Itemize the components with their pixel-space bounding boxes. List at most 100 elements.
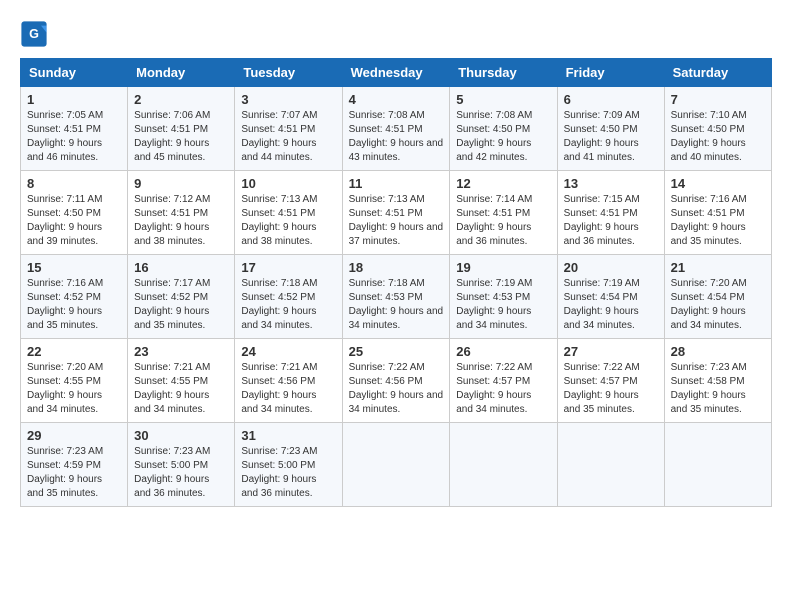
day-number: 30 (134, 428, 228, 443)
calendar-week-2: 8 Sunrise: 7:11 AM Sunset: 4:50 PM Dayli… (21, 171, 772, 255)
day-number: 21 (671, 260, 765, 275)
day-info: Sunrise: 7:18 AM Sunset: 4:52 PM Dayligh… (241, 277, 335, 333)
calendar-cell (342, 423, 450, 507)
day-number: 6 (564, 92, 658, 107)
day-number: 15 (27, 260, 121, 275)
calendar-cell: 22 Sunrise: 7:20 AM Sunset: 4:55 PM Dayl… (21, 339, 128, 423)
calendar-cell: 11 Sunrise: 7:13 AM Sunset: 4:51 PM Dayl… (342, 171, 450, 255)
calendar-header-thursday: Thursday (450, 59, 557, 87)
day-info: Sunrise: 7:12 AM Sunset: 4:51 PM Dayligh… (134, 193, 228, 249)
day-info: Sunrise: 7:20 AM Sunset: 4:55 PM Dayligh… (27, 361, 121, 417)
day-info: Sunrise: 7:18 AM Sunset: 4:53 PM Dayligh… (349, 277, 444, 333)
day-info: Sunrise: 7:14 AM Sunset: 4:51 PM Dayligh… (456, 193, 550, 249)
calendar-cell: 27 Sunrise: 7:22 AM Sunset: 4:57 PM Dayl… (557, 339, 664, 423)
day-info: Sunrise: 7:13 AM Sunset: 4:51 PM Dayligh… (349, 193, 444, 249)
day-info: Sunrise: 7:10 AM Sunset: 4:50 PM Dayligh… (671, 109, 765, 165)
calendar-week-3: 15 Sunrise: 7:16 AM Sunset: 4:52 PM Dayl… (21, 255, 772, 339)
day-number: 4 (349, 92, 444, 107)
day-number: 2 (134, 92, 228, 107)
day-number: 23 (134, 344, 228, 359)
calendar-header-saturday: Saturday (664, 59, 771, 87)
day-number: 19 (456, 260, 550, 275)
calendar-cell: 31 Sunrise: 7:23 AM Sunset: 5:00 PM Dayl… (235, 423, 342, 507)
calendar-cell: 3 Sunrise: 7:07 AM Sunset: 4:51 PM Dayli… (235, 87, 342, 171)
day-info: Sunrise: 7:22 AM Sunset: 4:57 PM Dayligh… (564, 361, 658, 417)
calendar-cell: 9 Sunrise: 7:12 AM Sunset: 4:51 PM Dayli… (128, 171, 235, 255)
calendar-cell (664, 423, 771, 507)
calendar-header-sunday: Sunday (21, 59, 128, 87)
day-number: 28 (671, 344, 765, 359)
calendar-cell: 1 Sunrise: 7:05 AM Sunset: 4:51 PM Dayli… (21, 87, 128, 171)
day-number: 17 (241, 260, 335, 275)
calendar-cell: 7 Sunrise: 7:10 AM Sunset: 4:50 PM Dayli… (664, 87, 771, 171)
day-number: 5 (456, 92, 550, 107)
day-info: Sunrise: 7:15 AM Sunset: 4:51 PM Dayligh… (564, 193, 658, 249)
calendar-cell: 19 Sunrise: 7:19 AM Sunset: 4:53 PM Dayl… (450, 255, 557, 339)
day-number: 16 (134, 260, 228, 275)
calendar-header-row: SundayMondayTuesdayWednesdayThursdayFrid… (21, 59, 772, 87)
logo: G (20, 20, 52, 48)
calendar: SundayMondayTuesdayWednesdayThursdayFrid… (20, 58, 772, 507)
calendar-cell: 12 Sunrise: 7:14 AM Sunset: 4:51 PM Dayl… (450, 171, 557, 255)
calendar-header-tuesday: Tuesday (235, 59, 342, 87)
page-header: G (20, 20, 772, 48)
calendar-cell: 2 Sunrise: 7:06 AM Sunset: 4:51 PM Dayli… (128, 87, 235, 171)
day-info: Sunrise: 7:07 AM Sunset: 4:51 PM Dayligh… (241, 109, 335, 165)
day-number: 7 (671, 92, 765, 107)
day-info: Sunrise: 7:05 AM Sunset: 4:51 PM Dayligh… (27, 109, 121, 165)
day-number: 22 (27, 344, 121, 359)
day-number: 26 (456, 344, 550, 359)
svg-text:G: G (29, 27, 39, 41)
day-info: Sunrise: 7:23 AM Sunset: 5:00 PM Dayligh… (241, 445, 335, 501)
calendar-cell: 5 Sunrise: 7:08 AM Sunset: 4:50 PM Dayli… (450, 87, 557, 171)
day-number: 12 (456, 176, 550, 191)
calendar-cell: 29 Sunrise: 7:23 AM Sunset: 4:59 PM Dayl… (21, 423, 128, 507)
calendar-cell: 16 Sunrise: 7:17 AM Sunset: 4:52 PM Dayl… (128, 255, 235, 339)
calendar-week-5: 29 Sunrise: 7:23 AM Sunset: 4:59 PM Dayl… (21, 423, 772, 507)
day-info: Sunrise: 7:20 AM Sunset: 4:54 PM Dayligh… (671, 277, 765, 333)
day-info: Sunrise: 7:22 AM Sunset: 4:56 PM Dayligh… (349, 361, 444, 417)
calendar-cell: 4 Sunrise: 7:08 AM Sunset: 4:51 PM Dayli… (342, 87, 450, 171)
calendar-cell: 13 Sunrise: 7:15 AM Sunset: 4:51 PM Dayl… (557, 171, 664, 255)
calendar-cell: 23 Sunrise: 7:21 AM Sunset: 4:55 PM Dayl… (128, 339, 235, 423)
day-number: 18 (349, 260, 444, 275)
calendar-cell (450, 423, 557, 507)
day-number: 31 (241, 428, 335, 443)
calendar-cell: 30 Sunrise: 7:23 AM Sunset: 5:00 PM Dayl… (128, 423, 235, 507)
day-info: Sunrise: 7:22 AM Sunset: 4:57 PM Dayligh… (456, 361, 550, 417)
day-info: Sunrise: 7:16 AM Sunset: 4:52 PM Dayligh… (27, 277, 121, 333)
day-number: 3 (241, 92, 335, 107)
day-number: 9 (134, 176, 228, 191)
day-number: 25 (349, 344, 444, 359)
day-info: Sunrise: 7:19 AM Sunset: 4:53 PM Dayligh… (456, 277, 550, 333)
day-number: 8 (27, 176, 121, 191)
day-info: Sunrise: 7:23 AM Sunset: 4:58 PM Dayligh… (671, 361, 765, 417)
day-number: 29 (27, 428, 121, 443)
calendar-cell: 8 Sunrise: 7:11 AM Sunset: 4:50 PM Dayli… (21, 171, 128, 255)
day-info: Sunrise: 7:23 AM Sunset: 5:00 PM Dayligh… (134, 445, 228, 501)
day-info: Sunrise: 7:09 AM Sunset: 4:50 PM Dayligh… (564, 109, 658, 165)
calendar-cell: 28 Sunrise: 7:23 AM Sunset: 4:58 PM Dayl… (664, 339, 771, 423)
calendar-header-friday: Friday (557, 59, 664, 87)
calendar-body: 1 Sunrise: 7:05 AM Sunset: 4:51 PM Dayli… (21, 87, 772, 507)
day-info: Sunrise: 7:21 AM Sunset: 4:55 PM Dayligh… (134, 361, 228, 417)
day-info: Sunrise: 7:08 AM Sunset: 4:51 PM Dayligh… (349, 109, 444, 165)
calendar-cell: 21 Sunrise: 7:20 AM Sunset: 4:54 PM Dayl… (664, 255, 771, 339)
calendar-cell: 25 Sunrise: 7:22 AM Sunset: 4:56 PM Dayl… (342, 339, 450, 423)
day-info: Sunrise: 7:13 AM Sunset: 4:51 PM Dayligh… (241, 193, 335, 249)
calendar-header-wednesday: Wednesday (342, 59, 450, 87)
day-number: 20 (564, 260, 658, 275)
calendar-cell: 18 Sunrise: 7:18 AM Sunset: 4:53 PM Dayl… (342, 255, 450, 339)
calendar-cell: 20 Sunrise: 7:19 AM Sunset: 4:54 PM Dayl… (557, 255, 664, 339)
day-info: Sunrise: 7:06 AM Sunset: 4:51 PM Dayligh… (134, 109, 228, 165)
day-number: 11 (349, 176, 444, 191)
day-info: Sunrise: 7:16 AM Sunset: 4:51 PM Dayligh… (671, 193, 765, 249)
day-info: Sunrise: 7:11 AM Sunset: 4:50 PM Dayligh… (27, 193, 121, 249)
day-number: 14 (671, 176, 765, 191)
calendar-cell: 17 Sunrise: 7:18 AM Sunset: 4:52 PM Dayl… (235, 255, 342, 339)
calendar-cell: 14 Sunrise: 7:16 AM Sunset: 4:51 PM Dayl… (664, 171, 771, 255)
day-info: Sunrise: 7:08 AM Sunset: 4:50 PM Dayligh… (456, 109, 550, 165)
calendar-cell: 15 Sunrise: 7:16 AM Sunset: 4:52 PM Dayl… (21, 255, 128, 339)
calendar-cell: 10 Sunrise: 7:13 AM Sunset: 4:51 PM Dayl… (235, 171, 342, 255)
day-info: Sunrise: 7:23 AM Sunset: 4:59 PM Dayligh… (27, 445, 121, 501)
